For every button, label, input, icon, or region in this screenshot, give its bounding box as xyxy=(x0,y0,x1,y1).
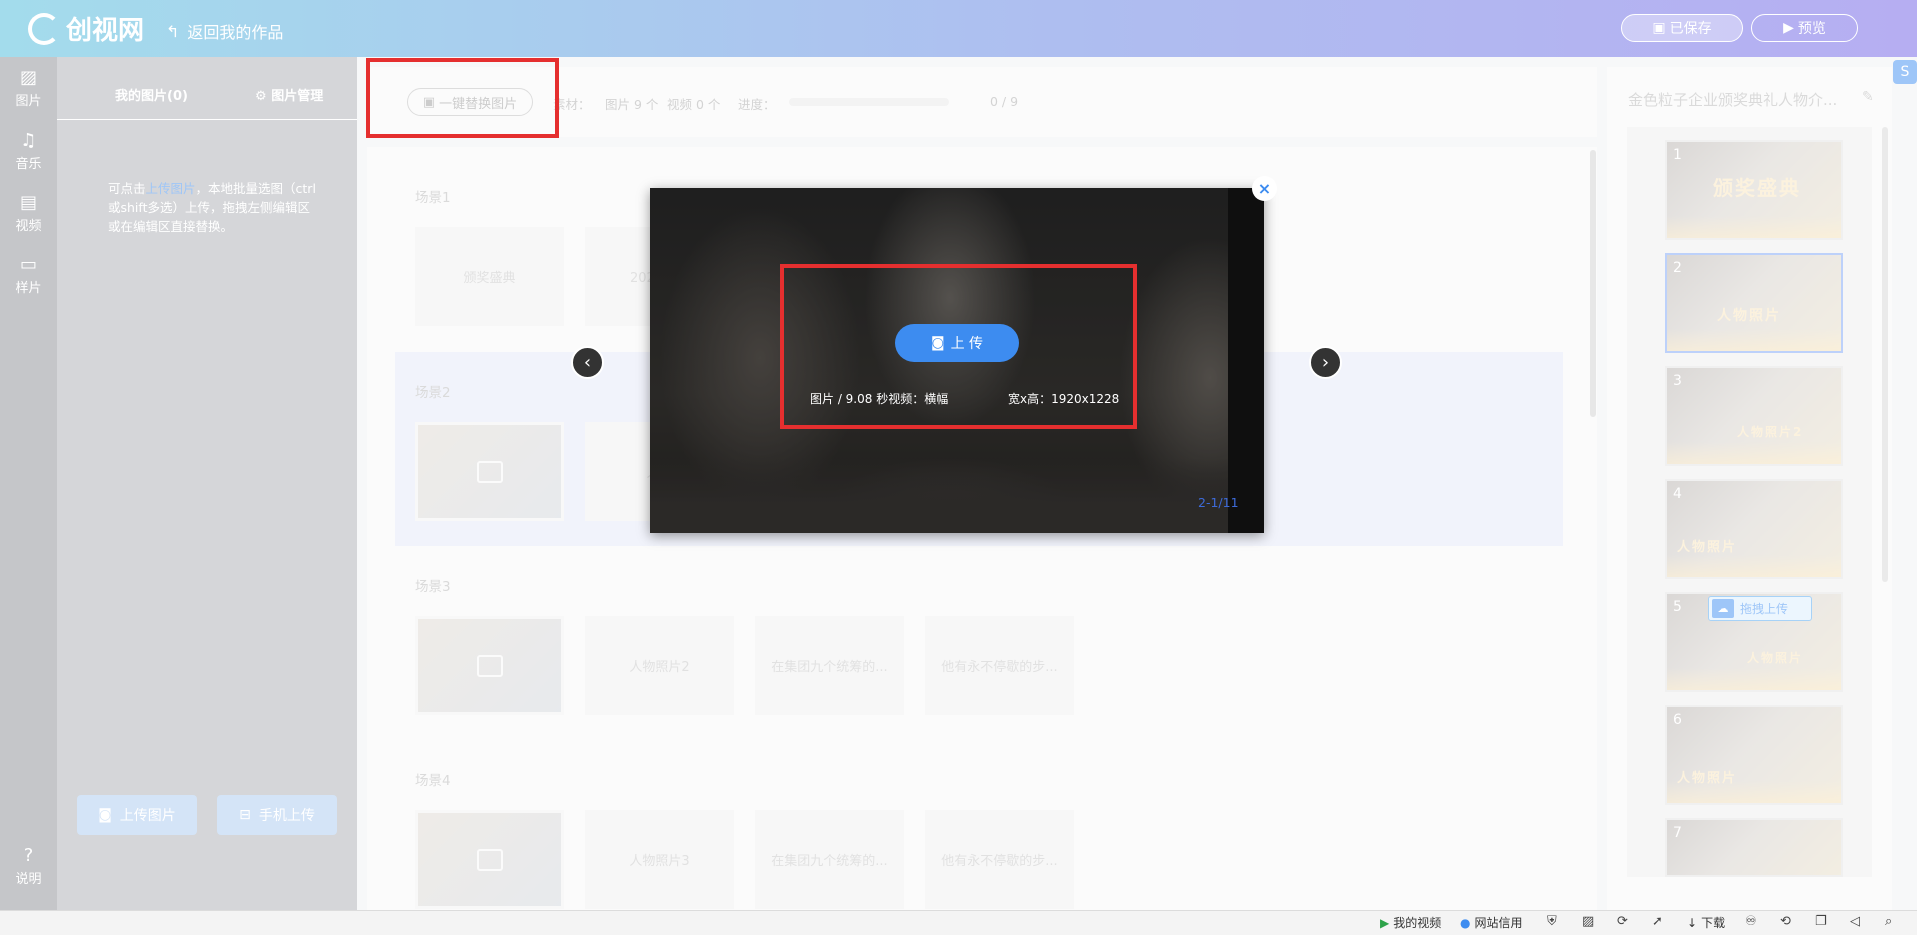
logo-mark-icon xyxy=(28,12,60,45)
back-arrow-icon: ↰ xyxy=(166,21,180,41)
top-header: 创视网 ↰ 返回我的作品 ▣ 已保存 ▶ 预览 xyxy=(0,0,1917,57)
translate-icon[interactable]: ⟲ xyxy=(1780,914,1791,929)
download-icon: ↓ xyxy=(1687,915,1698,930)
preview-label: 预览 xyxy=(1797,21,1826,37)
highlight-box-upload xyxy=(780,264,1137,429)
close-icon[interactable]: × xyxy=(1252,176,1277,201)
window-icon[interactable]: ❐ xyxy=(1815,914,1827,929)
save-icon: ▣ xyxy=(1652,20,1666,36)
browser-status-bar xyxy=(0,910,1917,935)
volume-icon[interactable]: ◁ xyxy=(1850,914,1860,929)
download-label: 下载 xyxy=(1701,916,1726,930)
search-icon[interactable]: ⌕ xyxy=(1885,914,1892,929)
site-credit-link[interactable]: ● 网站信用 xyxy=(1460,914,1523,931)
logo-text: 创视网 xyxy=(66,16,145,46)
next-arrow-icon[interactable]: › xyxy=(1309,346,1342,379)
page-indicator: 2-1/11 xyxy=(1198,495,1239,510)
site-credit-label: 网站信用 xyxy=(1474,916,1523,930)
site-logo[interactable]: 创视网 xyxy=(28,10,144,47)
video-icon: ▶ xyxy=(1380,915,1390,930)
preview-button[interactable]: ▶ 预览 xyxy=(1751,14,1858,42)
back-to-my-works-link[interactable]: ↰ 返回我的作品 xyxy=(166,19,283,43)
rocket-icon[interactable]: ➚ xyxy=(1652,914,1663,929)
my-videos-label: 我的视频 xyxy=(1393,916,1442,930)
my-videos-link[interactable]: ▶ 我的视频 xyxy=(1380,914,1441,931)
play-icon: ▶ xyxy=(1783,20,1794,36)
image-tool-icon[interactable]: ▨ xyxy=(1582,914,1594,929)
extension-icon[interactable]: ♾ xyxy=(1745,914,1757,929)
refresh-icon[interactable]: ⟳ xyxy=(1617,914,1628,929)
download-link[interactable]: ↓ 下载 xyxy=(1687,914,1725,931)
saved-label: 已保存 xyxy=(1669,21,1712,37)
highlight-box-replace xyxy=(366,58,559,138)
prev-arrow-icon[interactable]: ‹ xyxy=(571,346,604,379)
back-label: 返回我的作品 xyxy=(187,23,284,42)
shield-icon[interactable]: ⛨ xyxy=(1547,914,1557,929)
drop-icon: ● xyxy=(1460,915,1471,930)
saved-button[interactable]: ▣ 已保存 xyxy=(1621,14,1743,42)
